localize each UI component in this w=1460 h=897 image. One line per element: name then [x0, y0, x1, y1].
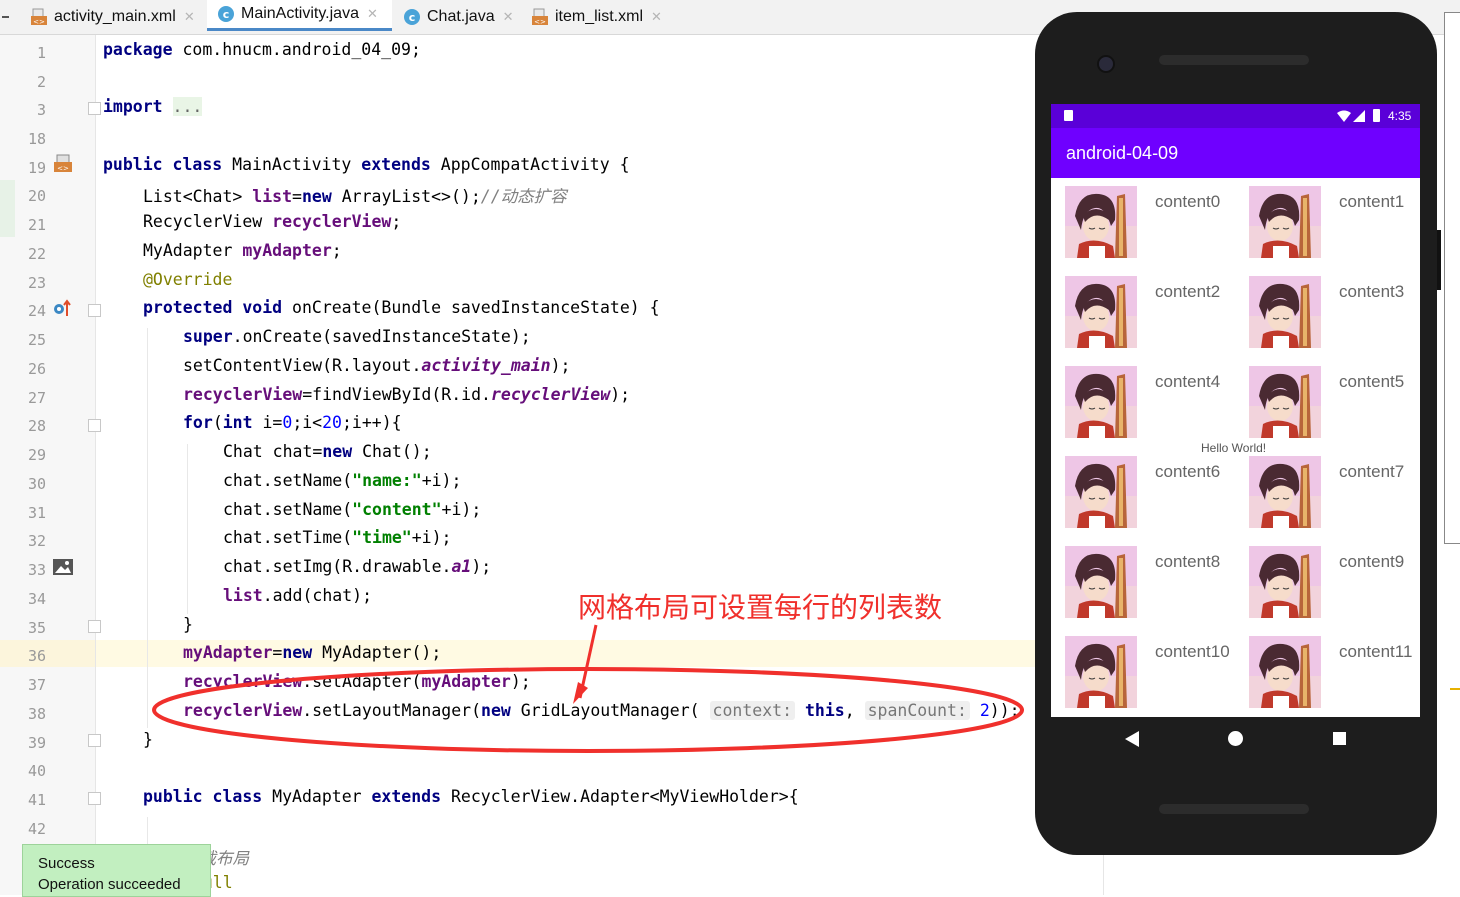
- avatar-image: [1065, 636, 1137, 708]
- wifi-icon: [1337, 110, 1351, 122]
- grid-item[interactable]: content9: [1235, 538, 1419, 628]
- grid-item[interactable]: content10: [1051, 628, 1235, 717]
- grid-item-text: content2: [1155, 282, 1221, 301]
- grid-item-text: content0: [1155, 192, 1221, 211]
- avatar-image: [1065, 456, 1137, 528]
- grid-item-text: content8: [1155, 552, 1221, 571]
- annotation-text: 网格布局可设置每行的列表数: [578, 591, 943, 624]
- grid-item[interactable]: content2: [1051, 268, 1235, 358]
- grid-item[interactable]: content11: [1235, 628, 1419, 717]
- grid-item-text: content1: [1339, 192, 1405, 211]
- grid-item[interactable]: content4: [1051, 358, 1235, 448]
- avatar-image: [1249, 366, 1321, 438]
- android-nav-bar: [1051, 717, 1420, 762]
- phone-speaker-bottom: [1159, 804, 1309, 814]
- android-status-bar: 4:35: [1051, 104, 1420, 128]
- battery-icon: [1373, 109, 1380, 122]
- signal-icon: [1353, 110, 1365, 122]
- sd-card-icon: [1064, 110, 1073, 121]
- grid-item[interactable]: content6: [1051, 448, 1235, 538]
- grid-item-text: content11: [1339, 642, 1413, 661]
- notification-title: Success: [38, 855, 95, 872]
- grid-item[interactable]: content5: [1235, 358, 1419, 448]
- grid-item[interactable]: content0: [1051, 178, 1235, 268]
- grid-item-text: content6: [1155, 462, 1221, 481]
- phone-speaker-top: [1159, 55, 1309, 65]
- avatar-image: [1249, 636, 1321, 708]
- grid-item[interactable]: content3: [1235, 268, 1419, 358]
- avatar-image: [1249, 456, 1321, 528]
- notification-message: Operation succeeded: [38, 876, 181, 893]
- avatar-image: [1249, 546, 1321, 618]
- grid-item[interactable]: content7: [1235, 448, 1419, 538]
- annotation-arrowhead: [573, 682, 588, 704]
- grid-item[interactable]: content8: [1051, 538, 1235, 628]
- grid-item-text: content7: [1339, 462, 1405, 481]
- avatar-image: [1065, 366, 1137, 438]
- grid-item-text: content3: [1339, 282, 1405, 301]
- annotation-ellipse: [152, 667, 1024, 753]
- grid-item-text: content9: [1339, 552, 1405, 571]
- status-time: 4:35: [1388, 109, 1412, 123]
- recents-button-icon[interactable]: [1333, 732, 1346, 745]
- grid-item-text: content10: [1155, 642, 1230, 661]
- avatar-image: [1249, 186, 1321, 258]
- success-notification[interactable]: Success Operation succeeded: [22, 844, 211, 897]
- avatar-image: [1249, 276, 1321, 348]
- back-button-icon[interactable]: [1125, 731, 1139, 747]
- phone-camera: [1097, 55, 1115, 73]
- app-title: android-04-09: [1066, 143, 1179, 163]
- home-button-icon[interactable]: [1228, 731, 1243, 746]
- avatar-image: [1065, 186, 1137, 258]
- phone-screen: 4:35 android-04-09 content0 content1 conte…: [1051, 104, 1420, 717]
- avatar-image: [1065, 546, 1137, 618]
- grid-item-text: content4: [1155, 372, 1221, 391]
- avatar-image: [1065, 276, 1137, 348]
- hello-world-text: Hello World!: [1201, 441, 1267, 455]
- grid-item[interactable]: content1: [1235, 178, 1419, 268]
- app-bar: android-04-09: [1051, 128, 1420, 178]
- phone-side-button: [1437, 230, 1441, 290]
- grid-item-text: content5: [1339, 372, 1405, 391]
